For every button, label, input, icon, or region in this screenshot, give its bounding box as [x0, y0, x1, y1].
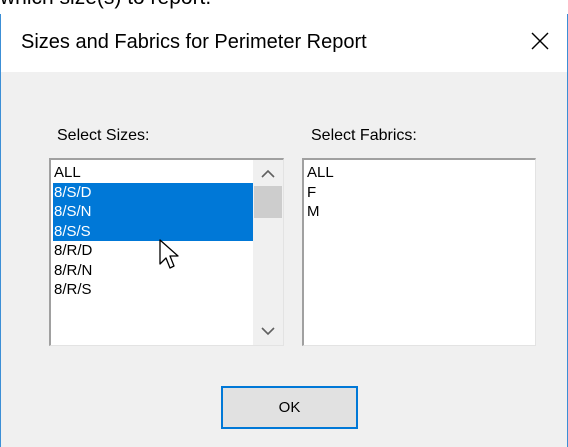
mouse-pointer-icon	[158, 238, 180, 274]
dialog-title: Sizes and Fabrics for Perimeter Report	[21, 31, 367, 53]
size-list-item[interactable]: 8/R/N	[53, 261, 253, 281]
sizes-list-items: ALL 8/S/D 8/S/N 8/S/S 8/R/D 8/R/N 8/R/S	[53, 163, 253, 300]
chevron-down-icon[interactable]	[253, 317, 283, 345]
scrollbar-thumb[interactable]	[254, 186, 282, 218]
title-bar: Sizes and Fabrics for Perimeter Report	[1, 14, 567, 72]
size-list-item[interactable]: 8/S/S	[53, 221, 253, 241]
sizes-fabrics-dialog: Sizes and Fabrics for Perimeter Report S…	[0, 14, 568, 447]
background-instruction-text: which size(s) to report.	[0, 0, 211, 10]
chevron-up-icon[interactable]	[253, 160, 283, 188]
sizes-scrollbar[interactable]	[253, 160, 283, 345]
size-list-item[interactable]: 8/R/S	[53, 280, 253, 300]
ok-button[interactable]: OK	[221, 386, 358, 429]
size-list-item[interactable]: 8/S/D	[53, 182, 253, 202]
size-list-item[interactable]: 8/R/D	[53, 241, 253, 261]
fabric-list-item[interactable]: ALL	[306, 163, 535, 183]
size-list-item[interactable]: 8/S/N	[53, 202, 253, 222]
select-fabrics-label: Select Fabrics:	[311, 127, 417, 144]
fabrics-listbox[interactable]: ALL F M	[302, 158, 536, 346]
fabrics-list-items: ALL F M	[306, 163, 535, 222]
fabric-list-item[interactable]: F	[306, 183, 535, 203]
size-list-item[interactable]: ALL	[53, 163, 253, 183]
fabric-list-item[interactable]: M	[306, 202, 535, 222]
select-sizes-label: Select Sizes:	[57, 127, 150, 144]
page: which size(s) to report. Sizes and Fabri…	[0, 0, 568, 447]
close-icon[interactable]	[527, 28, 553, 54]
